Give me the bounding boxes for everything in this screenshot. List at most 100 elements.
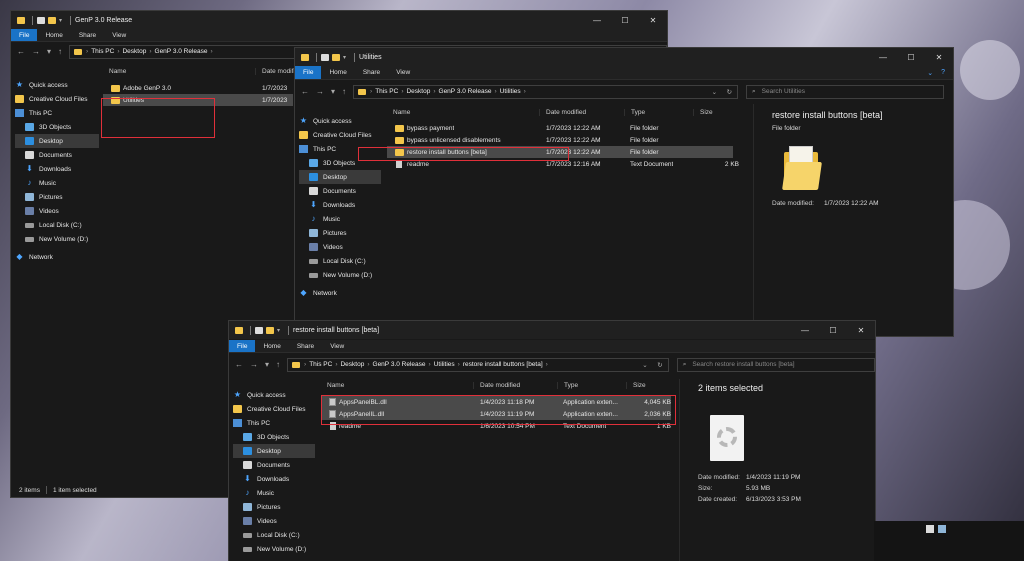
nav-local-disk[interactable]: Local Disk (C:) — [299, 254, 381, 268]
file-row[interactable]: readme 1/6/2023 10:54 PM Text Document 1… — [321, 420, 677, 432]
minimize-button[interactable]: — — [583, 11, 611, 29]
address-bar[interactable]: › This PC › Desktop › GenP 3.0 Release ›… — [287, 357, 669, 372]
address-bar[interactable]: › This PC › Desktop › GenP 3.0 Release ›… — [353, 84, 739, 99]
breadcrumb-item[interactable]: restore install buttons [beta] — [463, 361, 543, 368]
breadcrumb-item[interactable]: This PC — [91, 48, 114, 55]
tab-view[interactable]: View — [388, 66, 418, 79]
maximize-button[interactable]: ☐ — [819, 321, 847, 339]
nav-music[interactable]: ♪ Music — [15, 176, 99, 190]
breadcrumb-item[interactable]: This PC — [309, 361, 332, 368]
column-type[interactable]: Type — [557, 381, 578, 389]
back-arrow-icon[interactable]: ← — [301, 87, 309, 96]
tab-home[interactable]: Home — [321, 66, 354, 79]
tab-view[interactable]: View — [322, 340, 352, 352]
tab-file[interactable]: File — [295, 66, 322, 79]
nav-3d-objects[interactable]: 3D Objects — [15, 120, 99, 134]
refresh-icon[interactable]: ↻ — [727, 88, 732, 96]
nav-3d-objects[interactable]: 3D Objects — [233, 430, 315, 444]
nav-creative-cloud[interactable]: Creative Cloud Files — [15, 92, 99, 106]
new-folder-icon[interactable] — [48, 16, 56, 24]
nav-videos[interactable]: Videos — [15, 204, 99, 218]
nav-music[interactable]: ♪ Music — [299, 212, 381, 226]
column-name[interactable]: Name — [321, 382, 344, 389]
nav-this-pc[interactable]: This PC — [15, 106, 99, 120]
close-button[interactable]: ✕ — [847, 321, 875, 339]
minimize-button[interactable]: — — [869, 48, 897, 66]
nav-3d-objects[interactable]: 3D Objects — [299, 156, 381, 170]
tab-file[interactable]: File — [11, 29, 38, 41]
tab-file[interactable]: File — [229, 340, 256, 352]
breadcrumb-item[interactable]: GenP 3.0 Release — [373, 361, 426, 368]
nav-quick-access[interactable]: ★ Quick access — [233, 388, 315, 402]
nav-pictures[interactable]: Pictures — [15, 190, 99, 204]
nav-documents[interactable]: Documents — [233, 458, 315, 472]
chevron-down-icon[interactable]: ▾ — [277, 327, 280, 334]
file-row[interactable]: readme 1/7/2023 12:16 AM Text Document 2… — [387, 158, 743, 170]
close-button[interactable]: ✕ — [925, 48, 953, 66]
column-size[interactable]: Size — [626, 381, 646, 389]
forward-arrow-icon[interactable]: → — [316, 87, 324, 96]
nav-new-volume[interactable]: New Volume (D:) — [15, 232, 99, 246]
nav-quick-access[interactable]: ★ Quick access — [299, 114, 381, 128]
breadcrumb-item[interactable]: Desktop — [340, 361, 364, 368]
properties-icon[interactable] — [255, 326, 263, 334]
tab-view[interactable]: View — [104, 29, 134, 41]
nav-quick-access[interactable]: ★ Quick access — [15, 78, 99, 92]
column-type[interactable]: Type — [624, 108, 645, 116]
up-arrow-icon[interactable]: ↑ — [342, 87, 346, 96]
tab-home[interactable]: Home — [255, 340, 288, 352]
chevron-down-icon[interactable]: ▾ — [265, 360, 269, 369]
nav-music[interactable]: ♪ Music — [233, 486, 315, 500]
search-input[interactable]: ⌕ Search Utilities — [746, 84, 945, 99]
breadcrumb-item[interactable]: Desktop — [122, 48, 146, 55]
refresh-icon[interactable]: ↻ — [657, 361, 662, 369]
chevron-down-icon[interactable]: ▾ — [47, 47, 51, 56]
breadcrumb-item[interactable]: Utilities — [434, 361, 455, 368]
file-row[interactable]: bypass unlicensed disablements 1/7/2023 … — [387, 134, 743, 146]
file-row[interactable]: AppsPanelIL.dll 1/4/2023 11:19 PM Applic… — [321, 408, 671, 420]
nav-downloads[interactable]: ⬇ Downloads — [15, 162, 99, 176]
nav-creative-cloud[interactable]: Creative Cloud Files — [233, 402, 315, 416]
breadcrumb-item[interactable]: Utilities — [500, 88, 521, 95]
nav-videos[interactable]: Videos — [299, 240, 381, 254]
nav-pictures[interactable]: Pictures — [233, 500, 315, 514]
nav-videos[interactable]: Videos — [233, 514, 315, 528]
breadcrumb-item[interactable]: Desktop — [406, 88, 430, 95]
maximize-button[interactable]: ☐ — [611, 11, 639, 29]
tab-share[interactable]: Share — [71, 29, 104, 41]
back-arrow-icon[interactable]: ← — [17, 47, 25, 56]
nav-network[interactable]: ◆ Network — [299, 286, 381, 300]
chevron-down-icon[interactable]: ▾ — [59, 17, 62, 24]
new-folder-icon[interactable] — [332, 53, 340, 61]
chevron-down-icon[interactable]: ▾ — [331, 87, 335, 96]
forward-arrow-icon[interactable]: → — [250, 360, 258, 369]
nav-desktop[interactable]: Desktop — [299, 170, 381, 184]
details-view-icon[interactable] — [926, 525, 934, 533]
search-input[interactable]: ⌕ Search restore install buttons [beta] — [676, 357, 875, 372]
nav-local-disk[interactable]: Local Disk (C:) — [233, 528, 315, 542]
breadcrumb-item[interactable]: GenP 3.0 Release — [155, 48, 208, 55]
properties-icon[interactable] — [37, 16, 45, 24]
back-arrow-icon[interactable]: ← — [235, 360, 243, 369]
column-name[interactable]: Name — [103, 68, 126, 75]
nav-creative-cloud[interactable]: Creative Cloud Files — [299, 128, 381, 142]
nav-new-volume[interactable]: New Volume (D:) — [299, 268, 381, 282]
minimize-button[interactable]: — — [791, 321, 819, 339]
tab-home[interactable]: Home — [37, 29, 70, 41]
nav-documents[interactable]: Documents — [15, 148, 99, 162]
breadcrumb-item[interactable]: This PC — [375, 88, 398, 95]
chevron-down-icon[interactable]: ▾ — [343, 54, 346, 61]
column-name[interactable]: Name — [387, 109, 410, 116]
large-icons-view-icon[interactable] — [938, 525, 946, 533]
breadcrumb-item[interactable]: GenP 3.0 Release — [439, 88, 492, 95]
nav-pictures[interactable]: Pictures — [299, 226, 381, 240]
chevron-down-icon[interactable]: ⌄ — [927, 66, 933, 79]
column-size[interactable]: Size — [693, 108, 713, 116]
forward-arrow-icon[interactable]: → — [32, 47, 40, 56]
up-arrow-icon[interactable]: ↑ — [58, 47, 62, 56]
nav-network[interactable]: ◆ Network — [15, 250, 99, 264]
file-row[interactable]: bypass payment 1/7/2023 12:22 AM File fo… — [387, 122, 743, 134]
maximize-button[interactable]: ☐ — [897, 48, 925, 66]
tab-share[interactable]: Share — [289, 340, 322, 352]
column-date[interactable]: Date modified — [473, 381, 520, 389]
